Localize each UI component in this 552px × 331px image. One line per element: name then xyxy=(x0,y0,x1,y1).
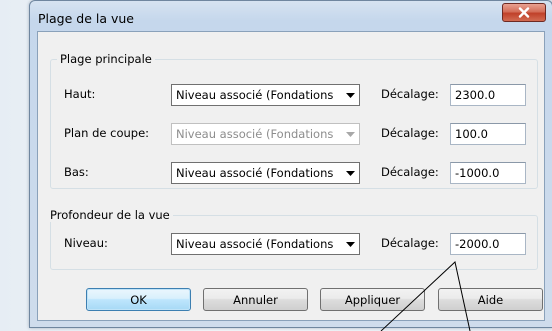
close-icon xyxy=(518,7,530,18)
help-button[interactable]: Aide xyxy=(438,288,543,311)
chevron-down-icon xyxy=(342,234,359,254)
depth-level-select[interactable]: Niveau associé (Fondations xyxy=(171,233,360,255)
cut-plane-offset-label: Décalage: xyxy=(381,126,439,140)
view-depth-group-label: Profondeur de la vue xyxy=(47,208,173,222)
chevron-down-icon xyxy=(342,163,359,183)
ok-button[interactable]: OK xyxy=(86,288,191,311)
cut-plane-label: Plan de coupe: xyxy=(64,126,150,140)
title-bar[interactable]: Plage de la vue xyxy=(30,1,552,31)
dialog-body: Plage principale Haut: Niveau associé (F… xyxy=(37,31,545,321)
top-offset-label: Décalage: xyxy=(381,87,439,101)
chevron-down-icon xyxy=(342,124,359,144)
depth-level-label: Niveau: xyxy=(64,236,108,250)
bottom-label: Bas: xyxy=(64,165,89,179)
close-button[interactable] xyxy=(502,3,546,22)
depth-offset-input[interactable]: -2000.0 xyxy=(450,233,526,255)
primary-range-group-label: Plage principale xyxy=(57,52,155,66)
cut-plane-level-select: Niveau associé (Fondations xyxy=(171,123,360,145)
bottom-level-value: Niveau associé (Fondations xyxy=(176,166,334,180)
bottom-offset-label: Décalage: xyxy=(381,165,439,179)
apply-button[interactable]: Appliquer xyxy=(320,288,425,311)
chevron-down-icon xyxy=(342,85,359,105)
cut-plane-offset-input[interactable]: 100.0 xyxy=(450,123,526,145)
top-offset-input[interactable]: 2300.0 xyxy=(450,84,526,106)
depth-level-value: Niveau associé (Fondations xyxy=(176,237,334,251)
depth-offset-label: Décalage: xyxy=(381,236,439,250)
dialog-title: Plage de la vue xyxy=(38,11,134,26)
top-level-select[interactable]: Niveau associé (Fondations xyxy=(171,84,360,106)
top-label: Haut: xyxy=(64,87,96,101)
top-level-value: Niveau associé (Fondations xyxy=(176,88,334,102)
cancel-button[interactable]: Annuler xyxy=(203,288,308,311)
view-range-dialog: Plage de la vue Plage principale Haut: N… xyxy=(29,0,552,328)
bottom-level-select[interactable]: Niveau associé (Fondations xyxy=(171,162,360,184)
cut-plane-level-value: Niveau associé (Fondations xyxy=(176,127,334,141)
bottom-offset-input[interactable]: -1000.0 xyxy=(450,162,526,184)
